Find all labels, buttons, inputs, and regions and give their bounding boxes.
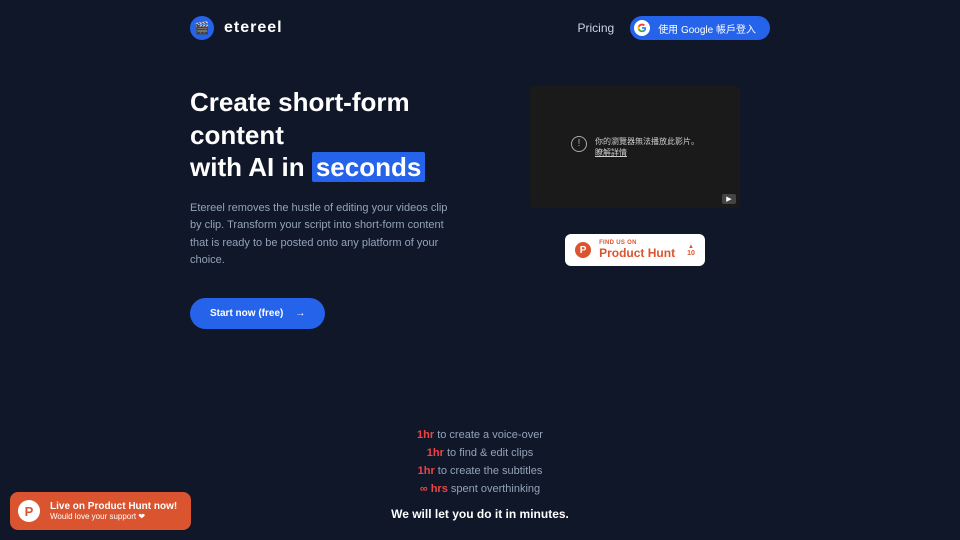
start-button-label: Start now (free)	[210, 308, 283, 319]
ph-upvote-count: 10	[687, 250, 695, 257]
hero-title-highlight: seconds	[312, 152, 426, 182]
hero-right: ! 你的瀏覽器無法播放此影片。 瞭解詳情 ▶ P FIND US ON Prod…	[500, 86, 770, 329]
product-hunt-float-icon: P	[18, 500, 40, 522]
ph-big-text: Product Hunt	[599, 246, 675, 260]
hero-title-line2-pre: with AI in	[190, 152, 312, 182]
mid-line-2: 1hr to create the subtitles	[0, 465, 960, 477]
hero-title: Create short-form content with AI in sec…	[190, 86, 460, 184]
video-placeholder[interactable]: ! 你的瀏覽器無法播放此影片。 瞭解詳情 ▶	[530, 86, 740, 208]
product-hunt-badge[interactable]: P FIND US ON Product Hunt ▲ 10	[565, 234, 705, 266]
start-now-button[interactable]: Start now (free) →	[190, 298, 325, 329]
google-login-text: 使用 Google 帳戶登入	[658, 21, 756, 36]
header-right: Pricing 使用 Google 帳戶登入	[578, 16, 771, 40]
video-error: ! 你的瀏覽器無法播放此影片。 瞭解詳情	[571, 136, 699, 158]
arrow-right-icon: →	[295, 308, 305, 319]
header: 🎬 etereel Pricing 使用 Google 帳戶登入	[0, 0, 960, 56]
hero-description: Etereel removes the hustle of editing yo…	[190, 200, 460, 270]
hero-title-line1: Create short-form content	[190, 87, 410, 150]
youtube-icon: ▶	[722, 194, 736, 204]
product-hunt-text: FIND US ON Product Hunt	[599, 240, 675, 260]
ph-float-subtitle: Would love your support ❤	[50, 512, 177, 521]
google-login-button[interactable]: 使用 Google 帳戶登入	[630, 16, 770, 40]
logo-icon: 🎬	[190, 16, 214, 40]
logo[interactable]: 🎬 etereel	[190, 16, 283, 40]
google-icon	[634, 20, 650, 36]
hero-section: Create short-form content with AI in sec…	[0, 56, 960, 329]
product-hunt-float-text: Live on Product Hunt now! Would love you…	[50, 501, 177, 521]
mid-line-0: 1hr to create a voice-over	[0, 429, 960, 441]
ph-upvote: ▲ 10	[687, 244, 695, 257]
product-hunt-logo-icon: P	[575, 242, 591, 258]
ph-float-title: Live on Product Hunt now!	[50, 501, 177, 512]
video-error-link[interactable]: 瞭解詳情	[595, 147, 699, 158]
hero-left: Create short-form content with AI in sec…	[190, 86, 460, 329]
product-hunt-float-banner[interactable]: P Live on Product Hunt now! Would love y…	[10, 492, 191, 530]
logo-text: etereel	[224, 19, 283, 37]
pricing-link[interactable]: Pricing	[578, 21, 615, 35]
video-error-line1: 你的瀏覽器無法播放此影片。	[595, 136, 699, 147]
video-error-text: 你的瀏覽器無法播放此影片。 瞭解詳情	[595, 136, 699, 158]
info-icon: !	[571, 136, 587, 152]
mid-line-1: 1hr to find & edit clips	[0, 447, 960, 459]
